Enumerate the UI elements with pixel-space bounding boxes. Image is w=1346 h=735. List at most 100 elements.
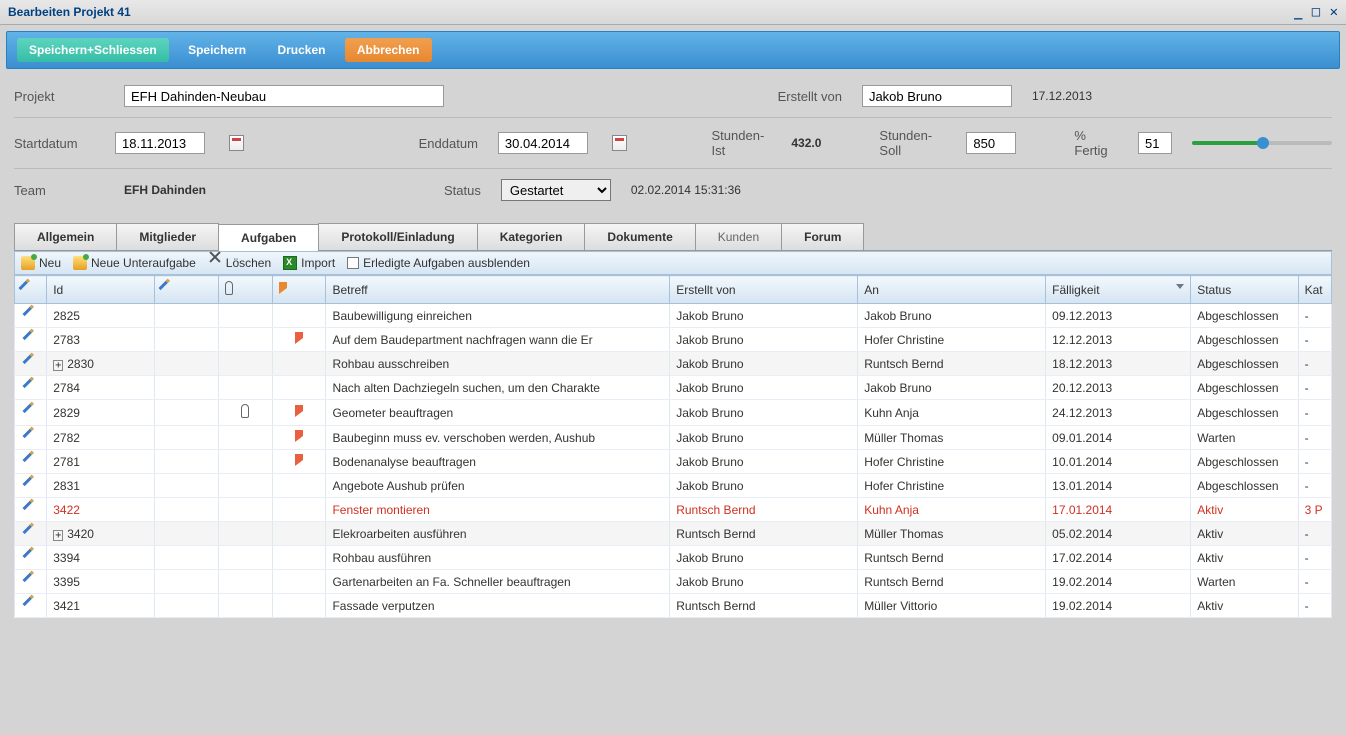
tab-mitglieder[interactable]: Mitglieder (116, 223, 219, 250)
import-button[interactable]: Import (283, 256, 335, 270)
cell-von: Jakob Bruno (670, 376, 858, 400)
pencil-icon[interactable] (22, 596, 39, 613)
pencil-icon[interactable] (22, 428, 39, 445)
project-label: Projekt (14, 89, 104, 104)
pencil-icon[interactable] (22, 476, 39, 493)
cell-status: Warten (1191, 426, 1298, 450)
created-by-input[interactable] (862, 85, 1012, 107)
team-label: Team (14, 183, 104, 198)
minimize-icon[interactable]: _ (1294, 4, 1302, 20)
pencil-icon[interactable] (22, 572, 39, 589)
table-row[interactable]: 3421Fassade verputzenRuntsch BerndMüller… (15, 594, 1332, 618)
pencil-icon[interactable] (22, 378, 39, 395)
table-row[interactable]: +2830Rohbau ausschreibenJakob BrunoRunts… (15, 352, 1332, 376)
table-row[interactable]: 2781Bodenanalyse beauftragenJakob BrunoH… (15, 450, 1332, 474)
team-value: EFH Dahinden (124, 183, 424, 197)
cell-an: Hofer Christine (858, 328, 1046, 352)
col-status-header[interactable]: Status (1191, 276, 1298, 304)
start-date-label: Startdatum (14, 136, 95, 151)
task-grid: Id Betreff Erstellt von An Fälligkeit St… (14, 275, 1332, 618)
table-row[interactable]: 3422Fenster montierenRuntsch BerndKuhn A… (15, 498, 1332, 522)
close-icon[interactable]: ✕ (1330, 4, 1338, 20)
calendar-icon[interactable] (229, 135, 244, 151)
cell-id: 3395 (47, 570, 154, 594)
cell-betreff: Baubeginn muss ev. verschoben werden, Au… (326, 426, 670, 450)
calendar-icon[interactable] (612, 135, 627, 151)
new-subtask-button[interactable]: Neue Unteraufgabe (73, 256, 196, 270)
delete-task-button[interactable]: Löschen (208, 256, 271, 270)
tab-dokumente[interactable]: Dokumente (584, 223, 695, 250)
cell-von: Jakob Bruno (670, 546, 858, 570)
tab-protokoll[interactable]: Protokoll/Einladung (318, 223, 477, 250)
cell-betreff: Fenster montieren (326, 498, 670, 522)
pencil-icon[interactable] (22, 452, 39, 469)
tab-allgemein[interactable]: Allgemein (14, 223, 117, 250)
percent-slider[interactable] (1192, 141, 1332, 145)
pencil-icon[interactable] (22, 354, 39, 371)
cell-id: 2829 (47, 400, 154, 426)
cell-betreff: Gartenarbeiten an Fa. Schneller beauftra… (326, 570, 670, 594)
col-flag-header[interactable] (272, 276, 326, 304)
maximize-icon[interactable]: □ (1312, 4, 1320, 20)
pencil-icon[interactable] (22, 330, 39, 347)
cell-kat: - (1298, 376, 1331, 400)
col-attachment-header[interactable] (219, 276, 273, 304)
table-row[interactable]: 2829Geometer beauftragenJakob BrunoKuhn … (15, 400, 1332, 426)
col-betreff-header[interactable]: Betreff (326, 276, 670, 304)
tab-kunden[interactable]: Kunden (695, 223, 782, 250)
hours-actual-label: Stunden-Ist (712, 128, 772, 158)
cell-id: 3421 (47, 594, 154, 618)
col-edit-header[interactable] (15, 276, 47, 304)
cell-due: 17.02.2014 (1046, 546, 1191, 570)
cell-status: Abgeschlossen (1191, 450, 1298, 474)
cell-von: Runtsch Bernd (670, 522, 858, 546)
expand-icon[interactable]: + (53, 360, 63, 371)
table-row[interactable]: 2783Auf dem Baudepartment nachfragen wan… (15, 328, 1332, 352)
status-timestamp: 02.02.2014 15:31:36 (631, 183, 741, 197)
cell-betreff: Baubewilligung einreichen (326, 304, 670, 328)
hours-target-input[interactable] (966, 132, 1016, 154)
table-row[interactable]: 2831Angebote Aushub prüfenJakob BrunoHof… (15, 474, 1332, 498)
cell-status: Abgeschlossen (1191, 474, 1298, 498)
col-kat-header[interactable]: Kat (1298, 276, 1331, 304)
new-task-button[interactable]: Neu (21, 256, 61, 270)
pencil-icon[interactable] (22, 403, 39, 420)
col-von-header[interactable]: Erstellt von (670, 276, 858, 304)
col-an-header[interactable]: An (858, 276, 1046, 304)
pencil-icon[interactable] (22, 548, 39, 565)
status-select[interactable]: Gestartet (501, 179, 611, 201)
table-row[interactable]: +3420Elekroarbeiten ausführenRuntsch Ber… (15, 522, 1332, 546)
table-row[interactable]: 2784Nach alten Dachziegeln suchen, um de… (15, 376, 1332, 400)
project-input[interactable] (124, 85, 444, 107)
cell-status: Abgeschlossen (1191, 400, 1298, 426)
tab-aufgaben[interactable]: Aufgaben (218, 224, 319, 251)
cell-betreff: Nach alten Dachziegeln suchen, um den Ch… (326, 376, 670, 400)
table-row[interactable]: 3394Rohbau ausführenJakob BrunoRuntsch B… (15, 546, 1332, 570)
cancel-button[interactable]: Abbrechen (345, 38, 432, 62)
table-row[interactable]: 2782Baubeginn muss ev. verschoben werden… (15, 426, 1332, 450)
expand-icon[interactable]: + (53, 530, 63, 541)
tab-kategorien[interactable]: Kategorien (477, 223, 586, 250)
save-close-button[interactable]: Speichern+Schliessen (17, 38, 169, 62)
save-button[interactable]: Speichern (176, 38, 258, 62)
task-toolbar: Neu Neue Unteraufgabe Löschen Import Erl… (14, 251, 1332, 275)
new-icon (21, 256, 35, 270)
percent-input[interactable] (1138, 132, 1172, 154)
end-date-input[interactable] (498, 132, 588, 154)
hide-done-toggle[interactable]: Erledigte Aufgaben ausblenden (347, 256, 530, 270)
print-button[interactable]: Drucken (265, 38, 337, 62)
table-row[interactable]: 3395 Gartenarbeiten an Fa. Schneller beau… (15, 570, 1332, 594)
table-row[interactable]: 2825Baubewilligung einreichenJakob Bruno… (15, 304, 1332, 328)
col-edit2-header[interactable] (154, 276, 218, 304)
pencil-icon[interactable] (22, 524, 39, 541)
pencil-icon[interactable] (22, 306, 39, 323)
col-id-header[interactable]: Id (47, 276, 154, 304)
pencil-icon (19, 280, 36, 297)
pencil-icon[interactable] (22, 500, 39, 517)
col-due-header[interactable]: Fälligkeit (1046, 276, 1191, 304)
start-date-input[interactable] (115, 132, 205, 154)
cell-betreff: Rohbau ausschreiben (326, 352, 670, 376)
cell-von: Jakob Bruno (670, 352, 858, 376)
tab-forum[interactable]: Forum (781, 223, 864, 250)
paperclip-icon (241, 404, 249, 418)
